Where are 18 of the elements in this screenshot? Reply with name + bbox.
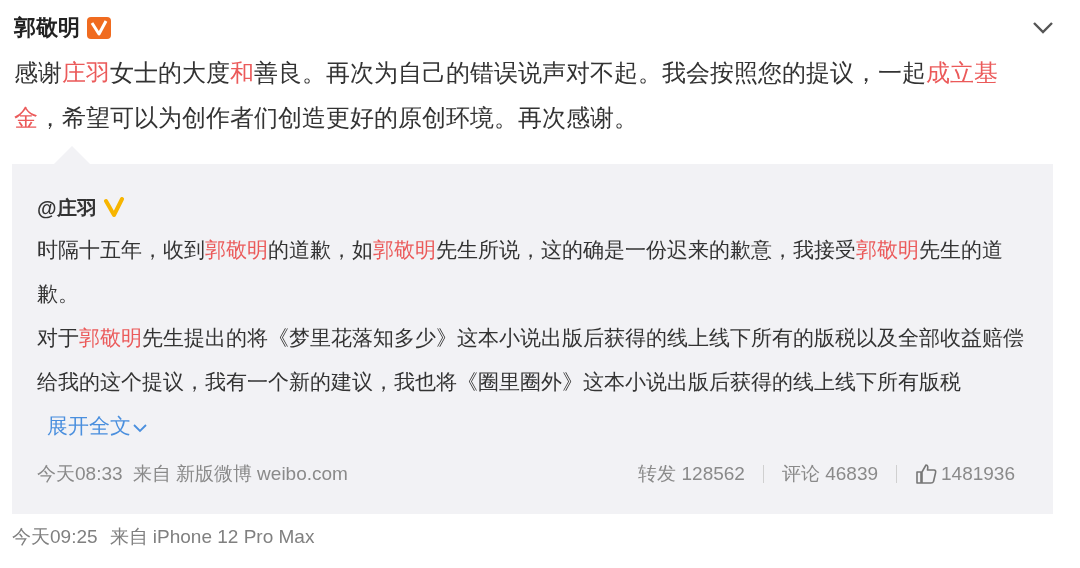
verified-badge-icon xyxy=(102,197,125,219)
post-time[interactable]: 今天09:25 xyxy=(12,524,98,550)
quoted-post-text: 对于郭敬明先生提出的将《梦里花落知多少》这本小说出版后获得的线上线下所有的版税以及全部收益赔偿给我的这个提议，我有一个新的建议，我也将《圈里圈外》这本小说出版后获得的线上线下所有版税 展开全文 xyxy=(37,325,1025,439)
quoted-author-name[interactable]: @庄羽 xyxy=(37,194,97,222)
expand-link[interactable]: 展开全文 xyxy=(47,414,147,437)
thumbs-up-icon xyxy=(915,463,938,485)
author-name[interactable]: 郭敬明 xyxy=(14,13,80,43)
like-button[interactable]: 1481936 xyxy=(915,463,1015,485)
repost-count[interactable]: 转发 128562 xyxy=(638,461,745,487)
verified-badge-icon xyxy=(86,16,112,40)
post-source: 来自 iPhone 12 Pro Max xyxy=(109,525,315,549)
chevron-down-icon[interactable] xyxy=(1032,21,1054,35)
post-time[interactable]: 今天08:33 xyxy=(37,461,123,487)
quoted-post-text: 时隔十五年，收到郭敬明的道歉，如郭敬明先生所说，这的确是一份迟来的歉意，我接受郭敬明先生的道歉。 xyxy=(37,237,1004,307)
comment-count[interactable]: 评论 46839 xyxy=(781,461,879,487)
post-text: 感谢庄羽女士的大度和善良。再次为自己的错误说声对不起。我会按照您的提议，一起成立基金，希望可以为创作者们创造更好的原创环境。再次感谢。 xyxy=(14,58,999,133)
post-source: 来自 新版微博 weibo.com xyxy=(132,462,348,486)
chevron-down-icon xyxy=(133,423,147,433)
